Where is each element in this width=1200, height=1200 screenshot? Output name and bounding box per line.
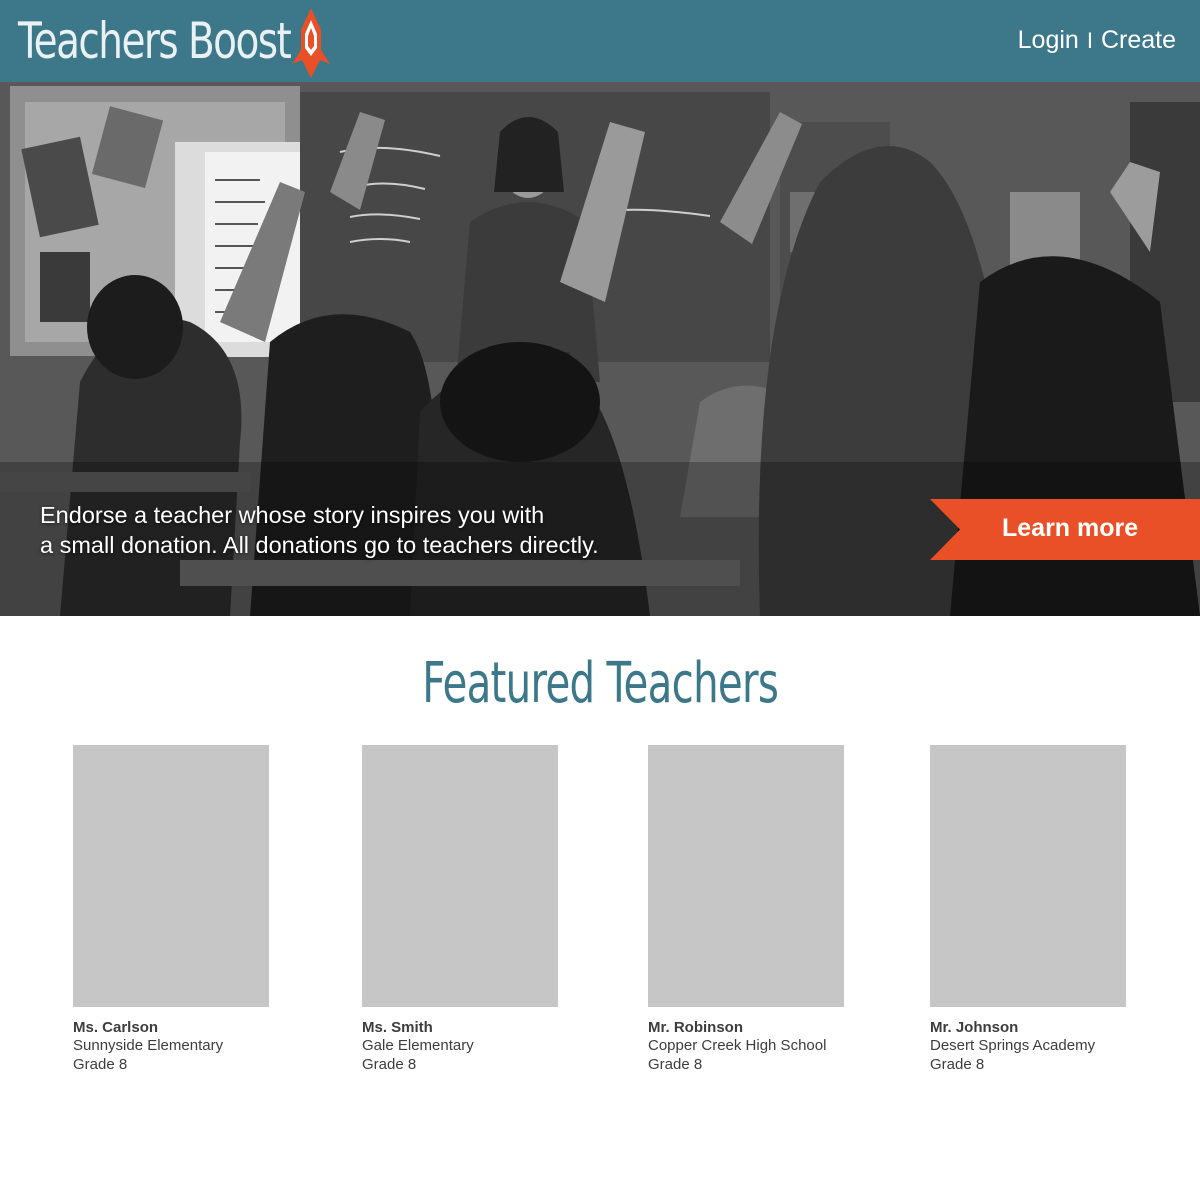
teacher-name[interactable]: Mr. Johnson <box>930 1019 1150 1036</box>
teacher-school: Gale Elementary <box>362 1037 474 1054</box>
teacher-grade: Grade 8 <box>648 1056 703 1073</box>
teacher-card[interactable]: Mr. Johnson Desert Springs Academy Grade… <box>930 745 1150 1074</box>
teacher-grade: Grade 8 <box>930 1056 985 1073</box>
teacher-card[interactable]: Mr. Robinson Copper Creek High School Gr… <box>648 745 868 1074</box>
teacher-name[interactable]: Mr. Robinson <box>648 1019 868 1036</box>
teacher-name[interactable]: Ms. Carlson <box>73 1019 293 1036</box>
teacher-school: Desert Springs Academy <box>930 1037 1096 1054</box>
site-logo[interactable]: Teachers Boost <box>18 4 348 78</box>
teacher-photo[interactable] <box>648 745 844 1007</box>
auth-links: Login I Create <box>1018 26 1176 55</box>
teacher-photo[interactable] <box>362 745 558 1007</box>
teacher-photo[interactable] <box>73 745 269 1007</box>
teacher-grade: Grade 8 <box>362 1056 417 1073</box>
hero-tagline: Endorse a teacher whose story inspires y… <box>40 500 700 560</box>
hero-tagline-line2: a small donation. All donations go to te… <box>40 532 599 558</box>
create-link[interactable]: Create <box>1101 26 1176 55</box>
teacher-card[interactable]: Ms. Smith Gale Elementary Grade 8 <box>362 745 582 1074</box>
learn-more-label: Learn more <box>1002 514 1139 542</box>
auth-separator: I <box>1086 27 1093 53</box>
teacher-photo[interactable] <box>930 745 1126 1007</box>
teacher-grade: Grade 8 <box>73 1056 128 1073</box>
learn-more-button[interactable]: Learn more <box>930 499 1200 560</box>
hero-tagline-line1: Endorse a teacher whose story inspires y… <box>40 502 545 528</box>
hero-banner: Endorse a teacher whose story inspires y… <box>0 82 1200 616</box>
site-header: Teachers Boost Login I Create <box>0 0 1200 82</box>
logo-text: Teachers Boost <box>18 12 292 70</box>
teacher-card[interactable]: Ms. Carlson Sunnyside Elementary Grade 8 <box>73 745 293 1074</box>
teacher-name[interactable]: Ms. Smith <box>362 1019 582 1036</box>
teacher-school: Copper Creek High School <box>648 1037 827 1054</box>
rocket-icon <box>292 8 330 78</box>
teacher-school: Sunnyside Elementary <box>73 1037 224 1054</box>
login-link[interactable]: Login <box>1018 26 1079 55</box>
featured-teachers-title: Featured Teachers <box>422 651 779 716</box>
